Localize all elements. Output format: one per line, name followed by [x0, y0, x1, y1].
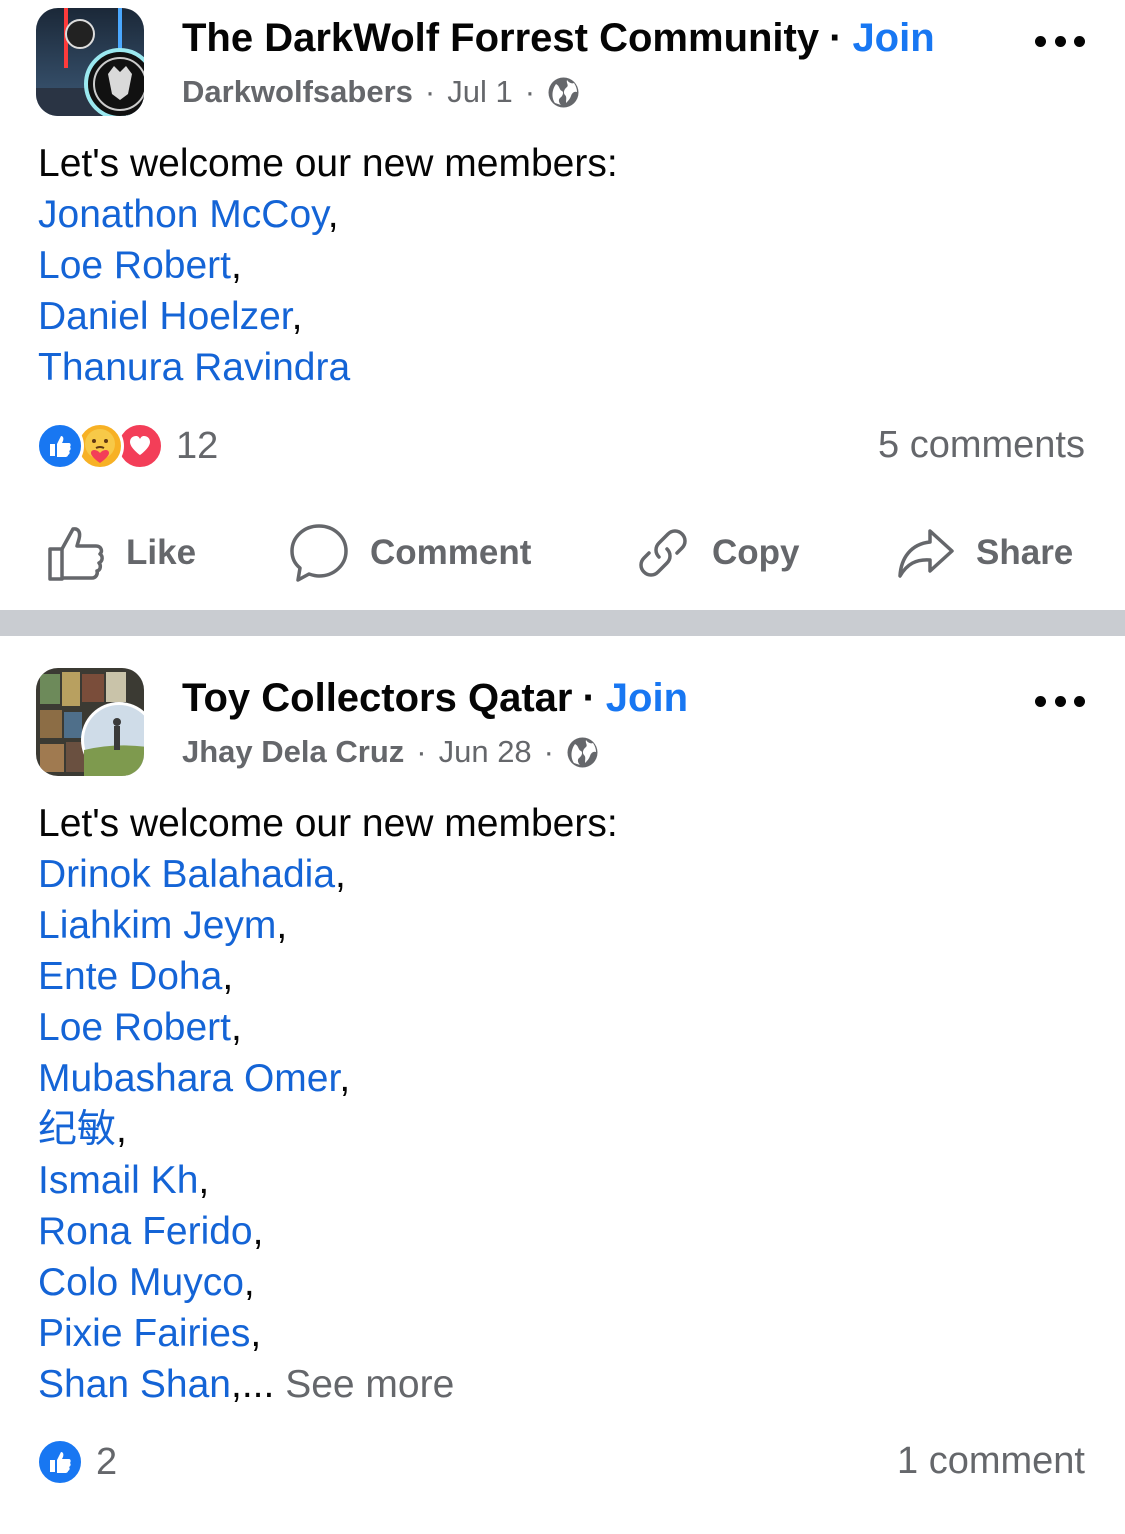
member-link[interactable]: Drinok Balahadia [38, 853, 335, 896]
member-link[interactable]: Colo Muyco [38, 1261, 244, 1304]
meta-dot: · [524, 74, 536, 109]
member-line: Drinok Balahadia, [38, 853, 346, 896]
member-link[interactable]: Pixie Fairies [38, 1312, 250, 1355]
copy-label: Copy [712, 533, 800, 572]
join-button[interactable]: Join [606, 676, 688, 720]
comment-button[interactable]: Comment [288, 518, 531, 588]
comment-label: Comment [370, 533, 532, 572]
member-link[interactable]: Rona Ferido [38, 1210, 253, 1253]
group-avatar[interactable] [36, 8, 144, 116]
more-options-icon[interactable] [1035, 34, 1085, 48]
member-link[interactable]: Thanura Ravindra [38, 346, 350, 389]
member-line: Rona Ferido, [38, 1210, 264, 1253]
like-icon [36, 1438, 84, 1486]
member-link[interactable]: Loe Robert [38, 244, 231, 287]
see-more-link[interactable]: See more [285, 1363, 454, 1406]
member-link[interactable]: Shan Shan [38, 1363, 231, 1406]
group-name[interactable]: The DarkWolf Forrest Community [182, 16, 819, 60]
reaction-summary[interactable]: 2 [36, 1438, 117, 1486]
post-divider [0, 610, 1125, 636]
member-line: Loe Robert, [38, 244, 242, 287]
reaction-summary[interactable]: 12 [36, 422, 218, 470]
post-header: Toy Collectors Qatar · Join [182, 676, 688, 721]
group-name[interactable]: Toy Collectors Qatar [182, 676, 572, 720]
member-link[interactable]: Ente Doha [38, 955, 222, 998]
member-link[interactable]: Jonathon McCoy [38, 193, 328, 236]
thumbs-up-icon [48, 527, 104, 581]
member-link[interactable]: Ismail Kh [38, 1159, 198, 1202]
member-link[interactable]: 纪敏 [38, 1108, 116, 1151]
member-line: Daniel Hoelzer, [38, 295, 303, 338]
member-line: Thanura Ravindra [38, 342, 618, 393]
group-avatar[interactable] [36, 668, 144, 776]
post-intro: Let's welcome our new members: [38, 142, 618, 185]
post-date[interactable]: Jun 28 [439, 734, 532, 770]
member-link[interactable]: Mubashara Omer [38, 1057, 339, 1100]
share-label: Share [976, 533, 1074, 572]
post-meta: Darkwolfsabers · Jul 1 · [182, 74, 580, 110]
comment-bubble-icon [290, 524, 348, 582]
post-body: Let's welcome our new members: Drinok Ba… [38, 798, 618, 1410]
member-line: 纪敏, [38, 1108, 127, 1151]
post-date[interactable]: Jul 1 [447, 74, 512, 110]
meta-dot: · [416, 734, 427, 769]
member-line: Loe Robert, [38, 1006, 242, 1049]
like-button[interactable]: Like [46, 518, 196, 588]
like-label: Like [126, 533, 197, 572]
member-line: Colo Muyco, [38, 1261, 255, 1304]
post-header: The DarkWolf Forrest Community · Join [182, 16, 935, 61]
copy-button[interactable]: Copy [634, 518, 800, 588]
post-action-bar: Like Comment Copy Share [0, 518, 1125, 588]
post-intro: Let's welcome our new members: [38, 802, 618, 845]
member-line: Mubashara Omer, [38, 1057, 351, 1100]
globe-icon [547, 76, 580, 109]
author-name[interactable]: Jhay Dela Cruz [182, 734, 404, 770]
meta-dot: · [543, 734, 554, 769]
like-icon [36, 422, 84, 470]
reaction-count: 2 [96, 1440, 118, 1483]
post-body: Let's welcome our new members: Jonathon … [38, 138, 618, 393]
member-line: Pixie Fairies, [38, 1312, 262, 1355]
separator-dot: · [582, 676, 596, 720]
reaction-count: 12 [176, 424, 219, 467]
member-line: Liahkim Jeym, [38, 904, 288, 947]
link-icon [639, 529, 687, 577]
share-arrow-icon [898, 529, 954, 578]
member-line: Jonathon McCoy, [38, 193, 339, 236]
member-line: Ismail Kh, [38, 1159, 210, 1202]
join-button[interactable]: Join [852, 16, 934, 60]
comments-count[interactable]: 1 comment [897, 1440, 1085, 1483]
comments-count[interactable]: 5 comments [878, 424, 1085, 467]
feed-post: The DarkWolf Forrest Community · Join Dark… [0, 0, 1125, 610]
member-link[interactable]: Liahkim Jeym [38, 904, 276, 947]
member-line: Ente Doha, [38, 955, 234, 998]
member-link[interactable]: Loe Robert [38, 1006, 231, 1049]
more-options-icon[interactable] [1035, 694, 1085, 708]
separator-dot: · [829, 16, 843, 60]
share-button[interactable]: Share [896, 518, 1073, 588]
member-link[interactable]: Daniel Hoelzer [38, 295, 292, 338]
post-meta: Jhay Dela Cruz · Jun 28 · [182, 734, 599, 770]
feed-post: Toy Collectors Qatar · Join Jhay Dela Cruz… [0, 636, 1125, 1534]
globe-icon [566, 736, 599, 769]
meta-dot: · [424, 74, 436, 109]
truncation-ellipsis: ,... [231, 1363, 275, 1406]
member-line: Shan Shan,... See more [38, 1359, 618, 1410]
author-name[interactable]: Darkwolfsabers [182, 74, 413, 110]
